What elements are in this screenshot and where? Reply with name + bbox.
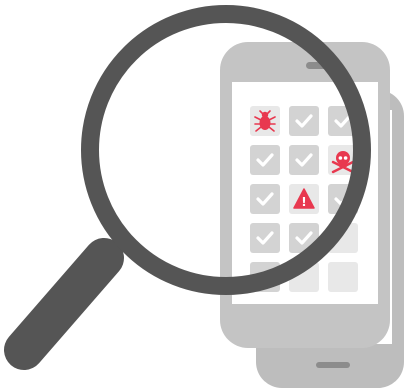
magnifier-handle [4,238,124,370]
app-tile [328,262,358,292]
app-tile-bg [328,262,358,292]
magnifier-lens [81,5,371,295]
security-scan-illustration: ! [4,5,404,388]
back-phone-speaker [316,362,350,368]
